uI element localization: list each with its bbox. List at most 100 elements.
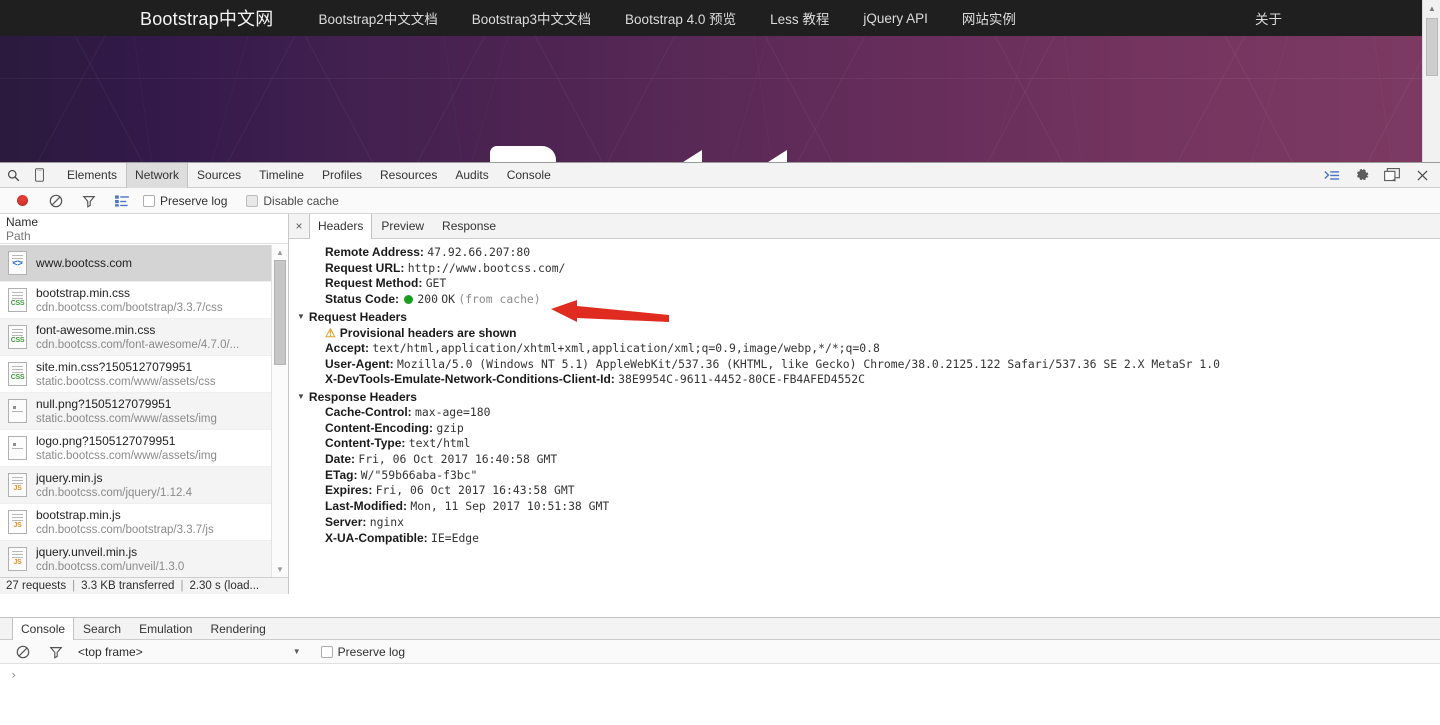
- header-content-encoding: Content-Encoding: gzip: [307, 421, 1440, 437]
- header-request-method: Request Method: GET: [307, 276, 1440, 292]
- clear-icon[interactable]: [6, 645, 39, 659]
- drawer-tab-console[interactable]: Console: [12, 617, 75, 640]
- request-list-pane: Name Path <> www.bootcss.com CSS bootstr…: [0, 214, 289, 594]
- search-icon[interactable]: [0, 163, 26, 187]
- page-scrollbar-thumb[interactable]: [1426, 18, 1438, 76]
- toggle-drawer-icon[interactable]: [1318, 163, 1346, 187]
- console-prompt[interactable]: ›: [10, 668, 17, 682]
- drawer-tab-search[interactable]: Search: [74, 618, 130, 640]
- page-scrollbar[interactable]: ▲: [1422, 0, 1440, 162]
- table-row[interactable]: JS jquery.min.js cdn.bootcss.com/jquery/…: [0, 467, 288, 504]
- header-value: 38E9954C-9611-4452-80CE-FB4AFED4552C: [618, 372, 866, 387]
- header-key: Content-Type:: [325, 436, 406, 451]
- request-list-scrollbar-thumb[interactable]: [274, 260, 286, 365]
- header-key: Content-Encoding:: [325, 420, 433, 435]
- devtools-panel-tabs: Elements Network Sources Timeline Profil…: [58, 162, 560, 188]
- column-header-path[interactable]: Path: [6, 229, 288, 243]
- dock-icon[interactable]: [1378, 163, 1406, 187]
- request-name: jquery.unveil.min.js: [36, 544, 138, 559]
- filter-icon[interactable]: [72, 194, 105, 208]
- console-preserve-log-checkbox[interactable]: Preserve log: [320, 644, 406, 659]
- scroll-up-icon[interactable]: ▲: [1423, 0, 1440, 17]
- site-brand[interactable]: Bootstrap中文网: [140, 5, 273, 31]
- request-list-scrollbar[interactable]: ▲ ▼: [271, 245, 288, 577]
- table-row[interactable]: JS jquery.unveil.min.js cdn.bootcss.com/…: [0, 541, 288, 577]
- nav-link-about[interactable]: 关于: [1255, 12, 1282, 27]
- disable-cache-checkbox[interactable]: Disable cache: [246, 194, 339, 208]
- nav-link-bootstrap4[interactable]: Bootstrap 4.0 预览: [608, 8, 753, 28]
- header-key: Remote Address:: [325, 245, 424, 259]
- status-transferred: 3.3 KB transferred: [81, 580, 175, 592]
- table-row[interactable]: CSS bootstrap.min.css cdn.bootcss.com/bo…: [0, 282, 288, 319]
- nav-link-bootstrap2[interactable]: Bootstrap2中文文档: [301, 8, 454, 28]
- close-icon[interactable]: [1408, 163, 1436, 187]
- header-date: Date: Fri, 06 Oct 2017 16:40:58 GMT: [307, 452, 1440, 468]
- disable-cache-checkbox-box[interactable]: [246, 194, 259, 207]
- table-row[interactable]: JS bootstrap.min.js cdn.bootcss.com/boot…: [0, 504, 288, 541]
- section-response-headers[interactable]: ▼ Response Headers: [297, 390, 1440, 404]
- drawer-tab-rendering[interactable]: Rendering: [201, 618, 274, 640]
- scroll-up-icon[interactable]: ▲: [272, 245, 288, 260]
- section-title: Response Headers: [308, 389, 417, 404]
- tab-preview[interactable]: Preview: [372, 214, 433, 239]
- drawer-tab-emulation[interactable]: Emulation: [130, 618, 201, 640]
- preserve-log-checkbox[interactable]: Preserve log: [143, 194, 227, 208]
- tab-network[interactable]: Network: [126, 162, 189, 188]
- view-list-icon[interactable]: [105, 194, 138, 207]
- header-value: Fri, 06 Oct 2017 16:40:58 GMT: [358, 452, 558, 467]
- devtools-drawer: Console Search Emulation Rendering <top …: [0, 617, 1440, 682]
- table-row[interactable]: CSS font-awesome.min.css cdn.bootcss.com…: [0, 319, 288, 356]
- header-value: http://www.bootcss.com/: [407, 260, 566, 275]
- table-row[interactable]: logo.png?1505127079951 static.bootcss.co…: [0, 430, 288, 467]
- request-detail-tabbar: × Headers Preview Response: [289, 213, 1440, 239]
- header-key: Last-Modified:: [325, 499, 407, 514]
- nav-link-less[interactable]: Less 教程: [753, 8, 846, 28]
- console-output-area[interactable]: ›: [0, 664, 1440, 725]
- nav-link-bootstrap3[interactable]: Bootstrap3中文文档: [455, 8, 608, 28]
- header-remote-address: Remote Address: 47.92.66.207:80: [307, 245, 1440, 261]
- table-row[interactable]: CSS site.min.css?1505127079951 static.bo…: [0, 356, 288, 393]
- chevron-down-icon[interactable]: ▼: [293, 647, 301, 656]
- frame-selector[interactable]: <top frame>: [78, 645, 143, 659]
- header-value: Mon, 11 Sep 2017 10:51:38 GMT: [410, 499, 610, 514]
- nav-link-jquery-api[interactable]: jQuery API: [846, 11, 945, 26]
- tab-console[interactable]: Console: [498, 163, 560, 188]
- chevron-down-icon: ▼: [297, 312, 305, 322]
- tab-elements[interactable]: Elements: [58, 163, 126, 188]
- header-key: Cache-Control:: [325, 404, 412, 419]
- tab-resources[interactable]: Resources: [371, 163, 446, 188]
- request-list[interactable]: <> www.bootcss.com CSS bootstrap.min.css…: [0, 245, 288, 577]
- tab-sources[interactable]: Sources: [188, 163, 250, 188]
- headers-content: Remote Address: 47.92.66.207:80 Request …: [289, 239, 1440, 546]
- image-file-icon: [8, 436, 27, 460]
- table-row[interactable]: <> www.bootcss.com: [0, 245, 288, 282]
- request-path: cdn.bootcss.com/jquery/1.12.4: [36, 486, 192, 499]
- devtools-panel: Elements Network Sources Timeline Profil…: [0, 162, 1440, 682]
- request-name: bootstrap.min.js: [36, 507, 121, 522]
- hero-shape-b: [680, 150, 702, 162]
- device-toggle-icon[interactable]: [26, 163, 52, 187]
- section-request-headers[interactable]: ▼ Request Headers: [297, 310, 1440, 324]
- filter-icon[interactable]: [39, 645, 72, 659]
- nav-link-examples[interactable]: 网站实例: [945, 8, 1033, 28]
- table-row[interactable]: null.png?1505127079951 static.bootcss.co…: [0, 393, 288, 430]
- warning-icon: ⚠: [325, 325, 336, 340]
- scroll-down-icon[interactable]: ▼: [272, 562, 288, 577]
- close-icon[interactable]: ×: [289, 214, 309, 239]
- tab-headers[interactable]: Headers: [309, 213, 373, 239]
- tab-response[interactable]: Response: [433, 214, 505, 239]
- gear-icon[interactable]: [1348, 163, 1376, 187]
- request-name: www.bootcss.com: [36, 255, 133, 270]
- column-header-name[interactable]: Name: [6, 215, 288, 229]
- header-user-agent: User-Agent: Mozilla/5.0 (Windows NT 5.1)…: [307, 357, 1440, 373]
- tab-profiles[interactable]: Profiles: [313, 163, 371, 188]
- tab-audits[interactable]: Audits: [446, 163, 497, 188]
- tab-timeline[interactable]: Timeline: [250, 163, 313, 188]
- preserve-log-checkbox-box[interactable]: [143, 194, 155, 207]
- console-preserve-log-label: Preserve log: [337, 644, 406, 659]
- request-path: cdn.bootcss.com/font-awesome/4.7.0/...: [36, 338, 240, 351]
- record-icon[interactable]: [6, 195, 39, 206]
- clear-icon[interactable]: [39, 194, 72, 208]
- header-key: Expires:: [325, 483, 373, 498]
- console-preserve-log-checkbox-box[interactable]: [320, 645, 333, 658]
